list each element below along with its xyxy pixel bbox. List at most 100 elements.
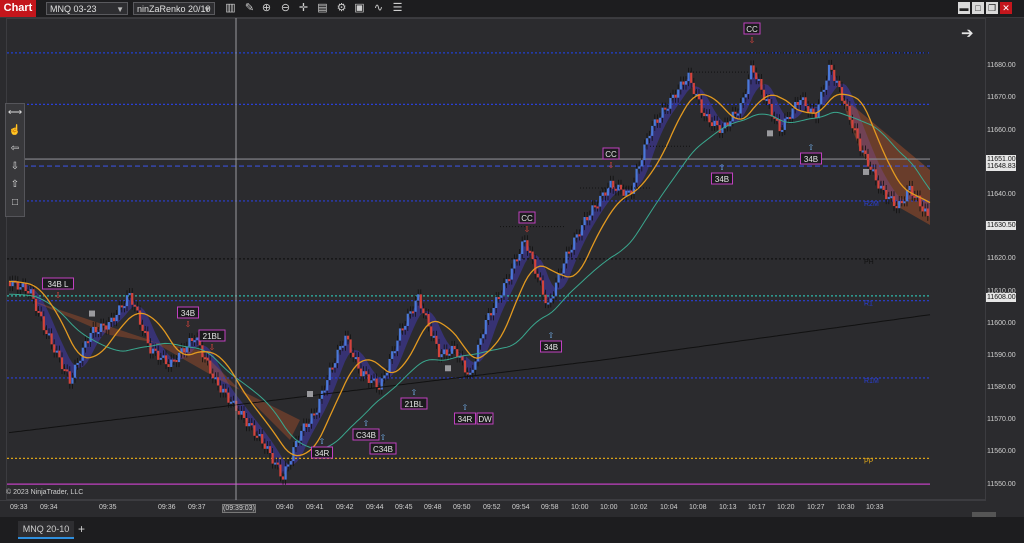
- candle-body: [487, 313, 490, 320]
- time-tick-label: 10:04: [660, 504, 678, 511]
- candle-body: [276, 462, 279, 465]
- candle-body: [448, 353, 451, 356]
- candle-body: [367, 374, 370, 383]
- tab-mnq[interactable]: MNQ 20-10: [18, 521, 74, 539]
- candle-body: [66, 369, 69, 372]
- candle-body: [81, 347, 84, 361]
- time-tick-label: 10:30: [837, 504, 855, 511]
- candle-body: [692, 82, 695, 95]
- candle-body: [375, 378, 378, 388]
- candle-body: [456, 349, 459, 358]
- candle-body: [159, 357, 162, 360]
- candle-body: [879, 185, 883, 189]
- candle-body: [19, 287, 22, 290]
- candle-body: [211, 373, 214, 379]
- up-arrow-icon: ⇧: [319, 437, 326, 446]
- candle-body: [765, 99, 768, 102]
- candle-body: [219, 385, 222, 393]
- candle-body: [596, 206, 599, 209]
- candle-body: [222, 388, 225, 393]
- candle-body: [903, 201, 906, 204]
- up-arrow-icon: ⇧: [719, 163, 726, 172]
- candle-body: [567, 251, 571, 254]
- svg-text:21BL: 21BL: [405, 400, 424, 409]
- restore-icon[interactable]: ❐: [986, 2, 998, 14]
- candle-body: [391, 351, 394, 359]
- price-tick-label: 11640.00: [987, 190, 1016, 198]
- candle-body: [513, 259, 516, 269]
- candle-body: [508, 279, 511, 282]
- candle-body: [614, 188, 617, 191]
- candle-body: [105, 325, 108, 330]
- time-tick-label: 09:42: [336, 504, 354, 511]
- ruler-icon[interactable]: ⟷: [6, 104, 24, 122]
- candle-body: [677, 89, 680, 98]
- signal-label: 34B ⇧: [540, 331, 562, 353]
- candle-body: [648, 135, 651, 139]
- candle-body: [133, 304, 136, 307]
- candle-body: [300, 430, 303, 441]
- candle-body: [435, 335, 438, 344]
- signal-label: 21BL ⇧: [400, 388, 428, 410]
- candle-body: [294, 440, 298, 448]
- price-tick-label: 11620.00: [987, 255, 1016, 263]
- candle-body: [86, 341, 90, 344]
- candle-body: [151, 348, 155, 354]
- pointer-icon[interactable]: ☝: [6, 122, 24, 140]
- close-icon[interactable]: ✕: [1000, 2, 1012, 14]
- candle-body: [183, 348, 186, 353]
- candle-body: [55, 350, 58, 353]
- candle-body: [89, 332, 92, 342]
- candle-body: [203, 357, 207, 360]
- candle-body: [383, 375, 386, 379]
- arrow-down-icon[interactable]: ⇩: [6, 158, 24, 176]
- price-level-label: PH: [864, 259, 874, 266]
- candle-body: [739, 103, 742, 114]
- square-icon[interactable]: □: [6, 194, 24, 212]
- hand-icon[interactable]: ⇦: [6, 140, 24, 158]
- candle-body: [682, 81, 685, 85]
- gray-marker: [863, 168, 869, 175]
- candle-body: [307, 423, 311, 428]
- candle-body: [240, 410, 243, 415]
- candle-body: [479, 338, 482, 345]
- time-tick-label: 09:35: [99, 504, 117, 511]
- candle-body: [843, 100, 846, 104]
- candle-body: [625, 190, 628, 196]
- svg-text:34B L: 34B L: [48, 280, 69, 289]
- candle-body: [21, 283, 25, 288]
- price-level-label: R1: [864, 301, 873, 308]
- candle-body: [781, 129, 784, 132]
- signal-label: CC ⇩: [518, 211, 536, 234]
- candle-body: [822, 89, 825, 92]
- price-axis[interactable]: 11680.00 11670.00 11660.00 11651.00 11648.83…: [986, 18, 1024, 500]
- candle-body: [885, 189, 888, 200]
- svg-text:CC: CC: [605, 150, 617, 159]
- candle-body: [474, 361, 477, 370]
- up-arrow-icon: ⇧: [411, 388, 418, 397]
- arrow-up-icon[interactable]: ⇧: [6, 176, 24, 194]
- time-axis[interactable]: 09:33 09:34 09:35 09:36 09:37 (09:39:03) 09:40…: [0, 500, 986, 517]
- candle-body: [757, 79, 760, 82]
- scroll-to-end-icon[interactable]: ➔: [961, 24, 974, 42]
- time-tick-label: 09:45: [395, 504, 413, 511]
- candle-body: [749, 65, 753, 80]
- candle-body: [393, 351, 396, 354]
- candle-body: [679, 81, 682, 90]
- candle-body: [443, 349, 446, 355]
- candle-body: [573, 237, 576, 250]
- candle-body: [71, 377, 74, 384]
- signal-label: 34R ⇧: [311, 437, 333, 459]
- candle-body: [820, 91, 823, 105]
- candle-body: [656, 119, 659, 123]
- candle-body: [118, 305, 121, 315]
- candle-body: [601, 192, 604, 196]
- candle-body: [284, 466, 287, 480]
- candle-body: [123, 306, 126, 309]
- candle-body: [313, 413, 316, 416]
- add-tab-icon[interactable]: +: [78, 522, 85, 536]
- candle-body: [68, 371, 71, 384]
- candle-body: [53, 344, 56, 353]
- price-chart[interactable]: R2MPHR1R1MPP 34B L⇩34B⇩21BL⇩34R⇧C34B⇧C34…: [0, 0, 986, 500]
- time-tick-label: 09:54: [512, 504, 530, 511]
